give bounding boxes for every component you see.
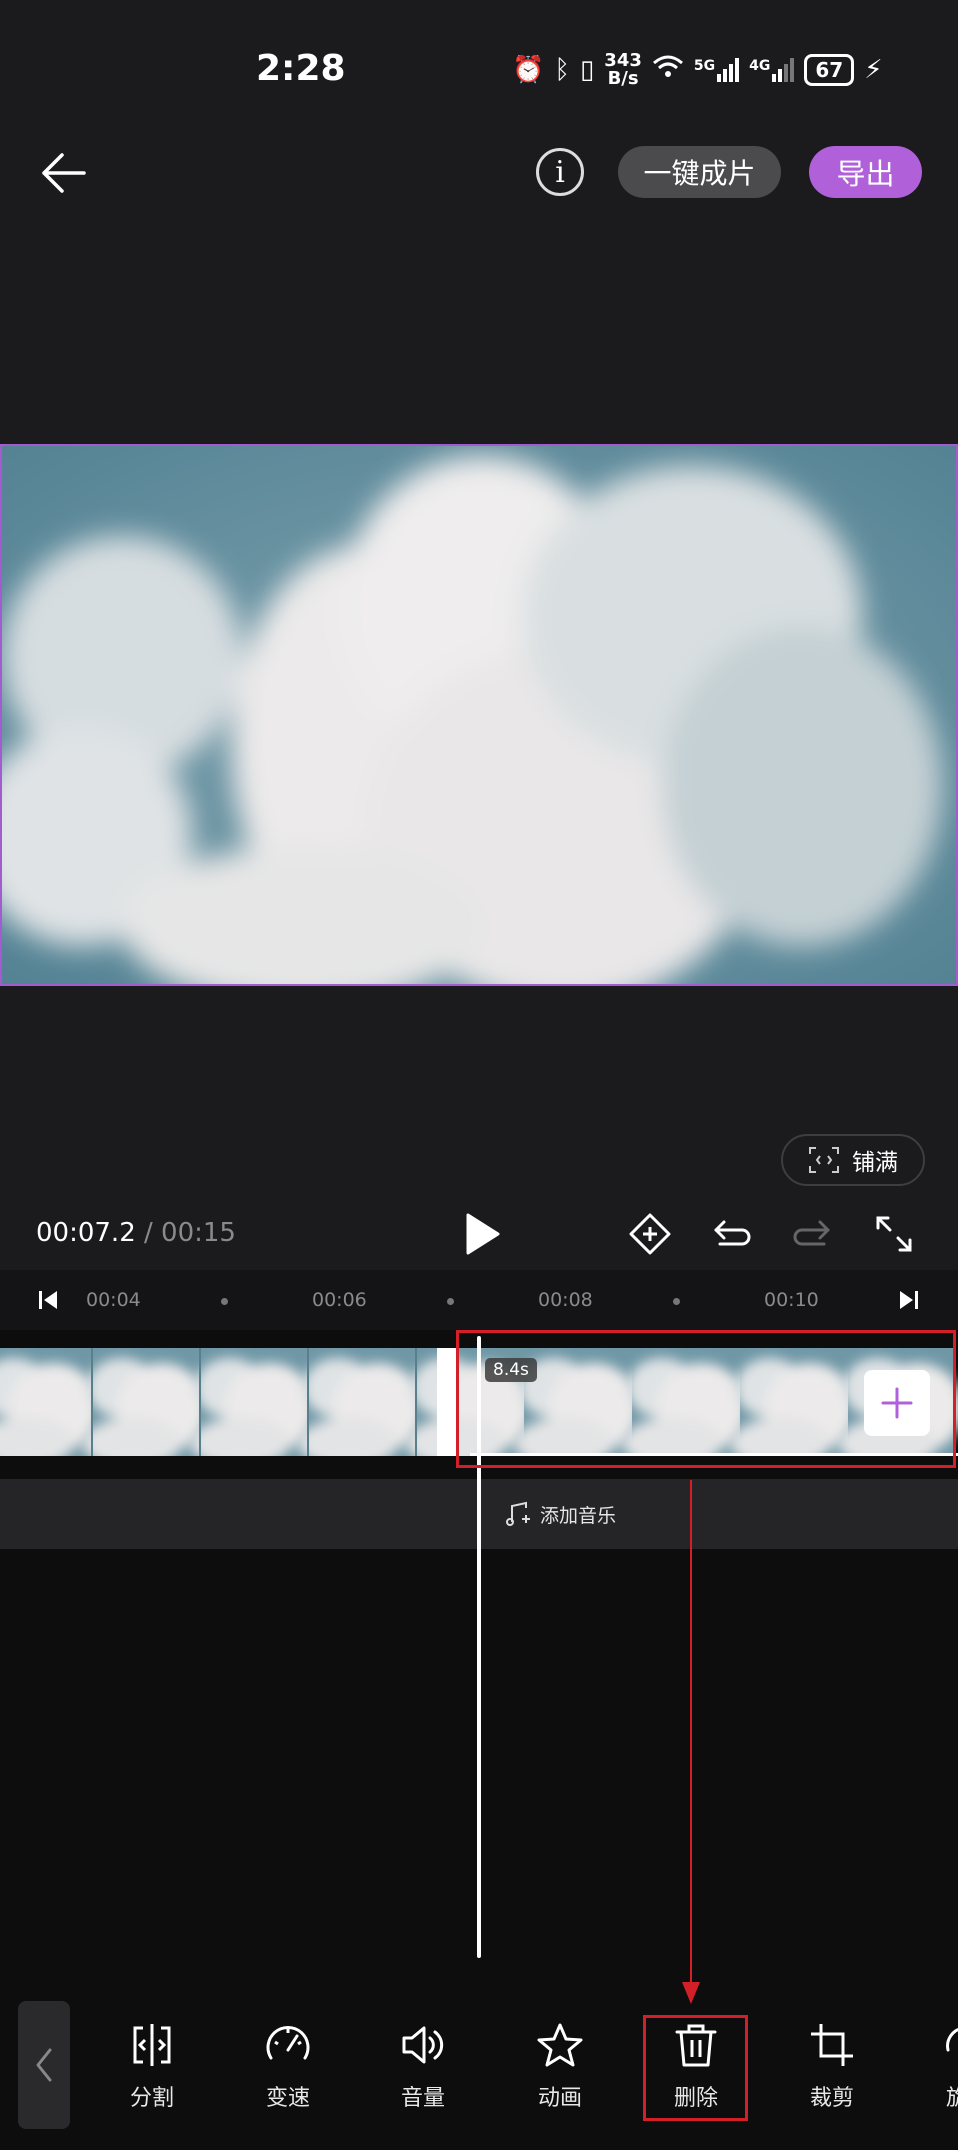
skip-end-icon — [900, 1291, 918, 1309]
tool-label: 旋 — [946, 2086, 958, 2111]
signal-label-1: 5G — [693, 58, 716, 74]
tool-speed[interactable]: 变速 — [238, 2020, 338, 2120]
tool-delete[interactable]: 删除 — [646, 2020, 746, 2120]
status-time: 2:28 — [256, 48, 346, 89]
skip-start-icon — [39, 1291, 57, 1309]
keyframe-icon — [629, 1213, 671, 1255]
rotate-icon — [946, 2028, 958, 2052]
chevron-left-icon — [36, 2048, 52, 2082]
ruler-dot — [447, 1298, 454, 1305]
collapse-toolbar-button[interactable] — [18, 2001, 70, 2129]
play-icon — [466, 1213, 500, 1255]
fullscreen-icon — [876, 1216, 912, 1252]
fill-mode-label: 铺满 — [852, 1150, 898, 1176]
fullscreen-button[interactable] — [872, 1212, 916, 1256]
undo-icon — [714, 1220, 751, 1246]
tool-rotate[interactable]: 旋 — [918, 2020, 958, 2120]
status-icons: ⏰ ᛒ ▯ 343 B/s 5G 4G 67 ⚡ — [512, 50, 882, 90]
music-note-icon — [506, 1501, 530, 1526]
jump-to-start-button[interactable] — [36, 1288, 60, 1316]
tool-label: 裁剪 — [809, 2086, 854, 2111]
keyframe-button[interactable] — [628, 1212, 672, 1256]
arrow-left-icon — [42, 153, 86, 193]
tool-volume[interactable]: 音量 — [373, 2020, 473, 2120]
animation-star-icon — [537, 2023, 583, 2067]
tool-label: 动画 — [537, 2086, 582, 2111]
tool-label: 音量 — [400, 2086, 445, 2111]
annotation-arrow — [682, 1480, 700, 2004]
total-time: 00:15 — [161, 1218, 236, 1248]
ruler-dot — [673, 1298, 680, 1305]
back-button[interactable] — [36, 145, 92, 201]
one-click-video-button[interactable]: 一键成片 — [618, 146, 781, 198]
time-readout: 00:07.2 / 00:15 — [36, 1218, 236, 1248]
battery-indicator: 67 — [804, 54, 855, 86]
info-icon: i — [555, 154, 565, 190]
tool-crop[interactable]: 裁剪 — [782, 2020, 882, 2120]
signal-label-2: 4G — [749, 58, 771, 74]
add-music-label: 添加音乐 — [540, 1504, 617, 1527]
network-speed-unit: B/s — [607, 68, 639, 89]
tool-label: 变速 — [265, 2086, 310, 2111]
ruler-tick: 00:08 — [538, 1289, 593, 1311]
redo-button[interactable] — [790, 1212, 834, 1256]
info-button[interactable]: i — [536, 148, 584, 196]
charging-icon: ⚡ — [864, 55, 883, 85]
ruler-tick: 00:04 — [86, 1289, 141, 1311]
tool-split[interactable]: 分割 — [102, 2020, 202, 2120]
jump-to-end-button[interactable] — [897, 1288, 921, 1316]
cloud-sky-image — [2, 446, 956, 984]
video-preview[interactable] — [0, 444, 958, 986]
time-separator: / — [135, 1218, 162, 1248]
crop-icon — [811, 2024, 853, 2066]
add-music-button[interactable]: 添加音乐 — [504, 1500, 616, 1528]
play-button[interactable] — [456, 1209, 506, 1259]
signal-icon-2: 4G — [749, 58, 795, 82]
tool-label: 分割 — [129, 2086, 174, 2111]
fit-frame-icon — [809, 1147, 839, 1173]
ruler-dot — [221, 1298, 228, 1305]
export-button[interactable]: 导出 — [809, 146, 922, 198]
tool-animation[interactable]: 动画 — [510, 2020, 610, 2120]
tool-label: 删除 — [673, 2086, 718, 2111]
signal-icon: 5G — [693, 58, 740, 82]
fill-mode-button[interactable]: 铺满 — [781, 1134, 925, 1186]
split-icon — [133, 2024, 171, 2066]
highlight-selected-clip — [456, 1330, 956, 1468]
ruler-tick: 00:06 — [312, 1289, 367, 1311]
alarm-icon: ⏰ — [512, 55, 545, 85]
volume-icon — [402, 2026, 444, 2064]
vibrate-icon: ▯ — [579, 55, 595, 85]
network-speed: 343 B/s — [604, 52, 642, 88]
bluetooth-icon: ᛒ — [554, 55, 570, 85]
redo-icon — [793, 1220, 830, 1246]
undo-button[interactable] — [710, 1212, 754, 1256]
current-time: 00:07.2 — [36, 1218, 136, 1248]
speed-icon — [266, 2026, 310, 2060]
wifi-icon — [652, 54, 684, 87]
clip-transition-handle[interactable] — [437, 1348, 457, 1456]
ruler-tick: 00:10 — [764, 1289, 819, 1311]
trash-icon — [675, 2024, 717, 2067]
